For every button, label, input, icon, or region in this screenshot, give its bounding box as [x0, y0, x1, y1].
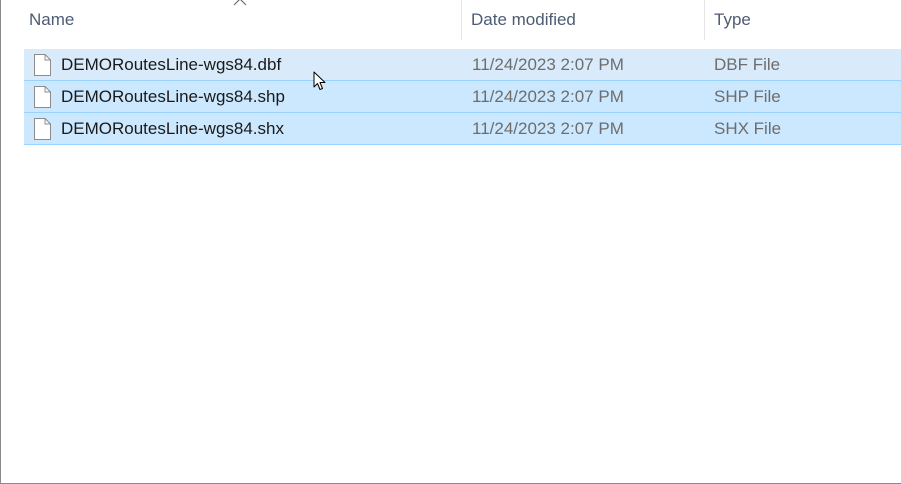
file-date-modified: 11/24/2023 2:07 PM [472, 87, 624, 106]
file-list: DEMORoutesLine-wgs84.dbf 11/24/2023 2:07… [24, 49, 901, 145]
file-name: DEMORoutesLine-wgs84.dbf [61, 55, 282, 74]
column-header-bar: Name Date modified Type [1, 0, 901, 40]
file-type: DBF File [714, 55, 781, 74]
column-header-type[interactable]: Type [704, 0, 901, 40]
file-explorer-pane: Name Date modified Type DEMORoutesLine-w… [0, 0, 901, 484]
file-icon [34, 54, 51, 76]
mouse-pointer-icon [313, 71, 326, 90]
column-header-date-modified[interactable]: Date modified [461, 0, 704, 40]
column-header-name[interactable]: Name [20, 0, 461, 40]
file-date-modified: 11/24/2023 2:07 PM [472, 119, 624, 138]
file-icon [34, 86, 51, 108]
file-name: DEMORoutesLine-wgs84.shx [61, 119, 284, 138]
file-row[interactable]: DEMORoutesLine-wgs84.shp 11/24/2023 2:07… [24, 81, 901, 113]
file-row[interactable]: DEMORoutesLine-wgs84.dbf 11/24/2023 2:07… [24, 49, 901, 81]
file-type: SHP File [714, 87, 781, 106]
file-type: SHX File [714, 119, 782, 138]
file-name: DEMORoutesLine-wgs84.shp [61, 87, 285, 106]
file-row[interactable]: DEMORoutesLine-wgs84.shx 11/24/2023 2:07… [24, 113, 901, 145]
file-icon [34, 118, 51, 140]
file-date-modified: 11/24/2023 2:07 PM [472, 55, 624, 74]
